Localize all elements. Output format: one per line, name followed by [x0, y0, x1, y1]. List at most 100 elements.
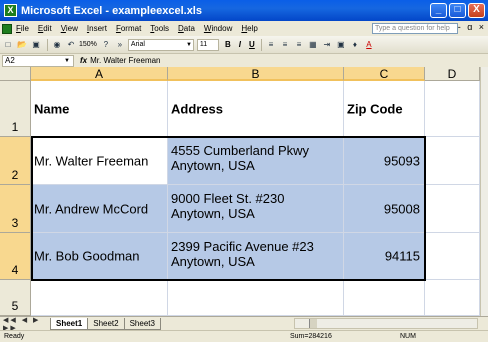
column-header-d[interactable]: D	[425, 67, 480, 81]
record-address: 2399 Pacific Avenue #23 Anytown, USA	[171, 239, 314, 269]
align-center-icon[interactable]: ≡	[279, 39, 291, 51]
function-icon[interactable]: fx	[80, 56, 87, 65]
column-header-a[interactable]: A	[31, 67, 168, 81]
cell-a5[interactable]	[31, 280, 168, 316]
fill-color-icon[interactable]: ♦	[349, 39, 361, 51]
menu-help[interactable]: Help	[241, 24, 257, 33]
address-header: Address	[171, 101, 224, 116]
name-box-value: A2	[5, 55, 15, 65]
record-name: Mr. Bob Goodman	[34, 248, 140, 264]
menu-data[interactable]: Data	[178, 24, 195, 33]
record-name: Mr. Walter Freeman	[34, 153, 149, 168]
record-address: 9000 Fleet St. #230 Anytown, USA	[171, 191, 284, 221]
status-sum: Sum=284216	[290, 333, 332, 340]
scrollbar-thumb[interactable]	[309, 319, 317, 328]
cell-b3[interactable]: 9000 Fleet St. #230 Anytown, USA	[168, 185, 344, 233]
record-zip: 95093	[383, 153, 420, 168]
cell-b5[interactable]	[168, 280, 344, 316]
cell-d1[interactable]	[425, 81, 480, 137]
menu-window[interactable]: Window	[204, 24, 232, 33]
row-header-3[interactable]: 3	[0, 185, 31, 233]
chevron-down-icon: ▼	[64, 57, 70, 64]
window-title: Microsoft Excel - exampleexcel.xls	[21, 4, 202, 17]
cell-c5[interactable]	[344, 280, 425, 316]
vertical-scrollbar[interactable]	[480, 67, 488, 316]
row-header-4[interactable]: 4	[0, 233, 31, 280]
save-icon[interactable]: ▣	[30, 39, 42, 51]
toolbar-separator	[47, 38, 48, 51]
column-header-c[interactable]: C	[344, 67, 425, 81]
address-line-1: 4555 Cumberland Pkwy	[171, 143, 310, 158]
toolbar: □ 📂 ▣ ◉ ↶ 150% ? » Arial ▼ 11 B I U ≡ ≡ …	[0, 36, 488, 54]
cell-d5[interactable]	[425, 280, 480, 316]
zoom-select[interactable]: 150%	[79, 41, 97, 48]
cell-a1[interactable]: Name	[31, 81, 168, 137]
cell-d4[interactable]	[425, 233, 480, 280]
row-header-1[interactable]: 1	[0, 81, 31, 137]
tab-sheet3[interactable]: Sheet3	[123, 317, 161, 330]
status-num-lock: NUM	[400, 333, 416, 340]
new-icon[interactable]: □	[2, 39, 14, 51]
menu-edit[interactable]: Edit	[38, 24, 52, 33]
name-box[interactable]: A2 ▼	[2, 54, 74, 67]
address-line-2: Anytown, USA	[171, 254, 255, 269]
font-select[interactable]: Arial ▼	[127, 38, 194, 51]
research-icon[interactable]: ◉	[51, 39, 63, 51]
row-header-5[interactable]: 5	[0, 280, 31, 316]
cell-c1[interactable]: Zip Code	[344, 81, 425, 137]
cell-c2[interactable]: 95093	[344, 137, 425, 185]
menu-file[interactable]: File	[16, 24, 29, 33]
cell-d3[interactable]	[425, 185, 480, 233]
font-size-select[interactable]: 11	[196, 38, 219, 51]
document-icon[interactable]	[2, 23, 12, 34]
maximize-button[interactable]: □	[449, 3, 466, 18]
italic-button[interactable]: I	[234, 40, 246, 49]
menu-tools[interactable]: Tools	[150, 24, 169, 33]
row-header-2[interactable]: 2	[0, 137, 31, 185]
borders-icon[interactable]: ▣	[335, 39, 347, 51]
document-window-controls[interactable]: - ɑ ×	[458, 22, 486, 32]
underline-button[interactable]: U	[246, 40, 258, 49]
status-ready: Ready	[4, 333, 25, 340]
chevron-down-icon: ▼	[185, 41, 192, 48]
overflow-icon[interactable]: »	[114, 39, 126, 51]
tab-sheet2[interactable]: Sheet2	[87, 317, 125, 330]
select-all-corner[interactable]	[0, 67, 31, 81]
cell-c3[interactable]: 95008	[344, 185, 425, 233]
undo-icon[interactable]: ↶	[65, 39, 77, 51]
cell-b2[interactable]: 4555 Cumberland Pkwy Anytown, USA	[168, 137, 344, 185]
cell-c4[interactable]: 94115	[344, 233, 425, 280]
cell-a4[interactable]: Mr. Bob Goodman	[31, 233, 168, 280]
formula-input[interactable]: Mr. Walter Freeman	[90, 56, 160, 65]
menu-view[interactable]: View	[61, 24, 78, 33]
minimize-button[interactable]: _	[430, 3, 447, 18]
align-right-icon[interactable]: ≡	[293, 39, 305, 51]
menu-bar: File Edit View Insert Format Tools Data …	[0, 21, 488, 36]
zip-header: Zip Code	[347, 101, 403, 116]
help-search-input[interactable]: Type a question for help	[372, 23, 458, 34]
cell-d2[interactable]	[425, 137, 480, 185]
open-icon[interactable]: 📂	[16, 39, 28, 51]
menu-insert[interactable]: Insert	[87, 24, 107, 33]
cell-b1[interactable]: Address	[168, 81, 344, 137]
excel-icon: X	[4, 4, 17, 17]
close-button[interactable]: X	[468, 3, 485, 18]
column-header-b[interactable]: B	[168, 67, 344, 81]
toolbar-separator	[260, 38, 262, 51]
horizontal-scrollbar[interactable]	[294, 318, 478, 329]
merge-center-icon[interactable]: ▦	[307, 39, 319, 51]
align-left-icon[interactable]: ≡	[265, 39, 277, 51]
address-line-2: Anytown, USA	[171, 158, 255, 173]
help-icon[interactable]: ?	[100, 39, 112, 51]
tab-sheet1[interactable]: Sheet1	[50, 317, 89, 330]
menu-format[interactable]: Format	[116, 24, 141, 33]
font-color-icon[interactable]: A	[363, 39, 375, 51]
record-address: 4555 Cumberland Pkwy Anytown, USA	[171, 143, 309, 173]
cell-a2[interactable]: Mr. Walter Freeman	[31, 137, 168, 185]
cell-b4[interactable]: 2399 Pacific Avenue #23 Anytown, USA	[168, 233, 344, 280]
bold-button[interactable]: B	[222, 40, 234, 49]
cell-a3[interactable]: Mr. Andrew McCord	[31, 185, 168, 233]
indent-icon[interactable]: ⇥	[321, 39, 333, 51]
address-line-1: 9000 Fleet St. #230	[171, 191, 285, 206]
record-zip: 94115	[384, 248, 420, 264]
